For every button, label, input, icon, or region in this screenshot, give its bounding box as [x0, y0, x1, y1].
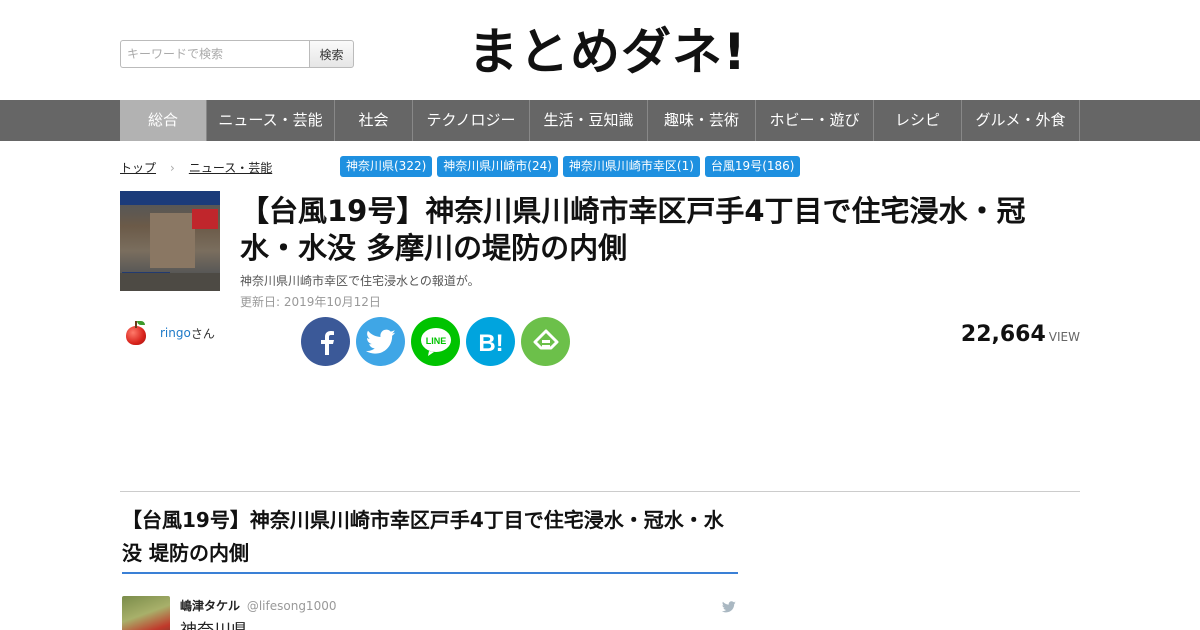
svg-text:B!: B! [478, 330, 503, 355]
section-heading: 【台風19号】神奈川県川崎市幸区戸手4丁目で住宅浸水・冠水・水没 堤防の内側 [122, 504, 738, 574]
search-input[interactable] [120, 40, 309, 68]
facebook-icon [320, 330, 334, 355]
site-header: 検索 まとめダネ! [0, 0, 1200, 100]
twitter-share-button[interactable] [356, 317, 405, 366]
category-nav: 総合 ニュース・芸能 社会 テクノロジー 生活・豆知識 趣味・芸術 ホビー・遊び… [0, 100, 1200, 141]
breadcrumb-top-link[interactable]: トップ [120, 159, 156, 176]
apple-icon [126, 326, 146, 345]
tag-list: 神奈川県(322) 神奈川県川崎市(24) 神奈川県川崎市幸区(1) 台風19号… [340, 156, 801, 177]
article-thumbnail[interactable] [120, 191, 220, 291]
tweet-text: 神奈川県 [180, 616, 248, 630]
nav-item-lifestyle[interactable]: 生活・豆知識 [530, 100, 648, 141]
hatena-share-button[interactable]: B! [466, 317, 515, 366]
search-form: 検索 [120, 40, 354, 68]
article-title: 【台風19号】神奈川県川崎市幸区戸手4丁目で住宅浸水・冠水・水没 多摩川の堤防の… [240, 194, 1026, 265]
tag-kawasaki[interactable]: 神奈川県川崎市(24) [437, 156, 558, 177]
thumbnail-news-badge [192, 209, 218, 229]
breadcrumb: トップ › ニュース・芸能 [120, 159, 272, 176]
nav-item-gourmet[interactable]: グルメ・外食 [962, 100, 1080, 141]
tag-kanagawa[interactable]: 神奈川県(322) [340, 156, 433, 177]
thumbnail-house [150, 213, 195, 268]
twitter-bird-icon[interactable] [721, 598, 736, 617]
thumbnail-caption-band [120, 191, 220, 205]
line-share-button[interactable]: LINE [411, 317, 460, 366]
line-icon: LINE [420, 327, 451, 356]
nav-item-recipe[interactable]: レシピ [874, 100, 962, 141]
site-logo[interactable]: まとめダネ! [468, 22, 747, 82]
tweet-handle[interactable]: @lifesong1000 [247, 599, 337, 613]
share-buttons: LINE B! [301, 317, 570, 366]
feedly-icon [533, 329, 558, 349]
view-count-number: 22,664 [960, 322, 1046, 347]
hatena-bookmark-icon: B! [478, 330, 503, 355]
author-suffix: さん [190, 326, 215, 341]
nav-item-society[interactable]: 社会 [335, 100, 413, 141]
apple-leaf [137, 321, 145, 325]
tag-saiwai-ku[interactable]: 神奈川県川崎市幸区(1) [562, 156, 700, 177]
tweet-user: 嶋津タケル @lifesong1000 [180, 597, 336, 614]
chevron-right-icon: › [170, 160, 175, 175]
tweet-display-name[interactable]: 嶋津タケル [180, 599, 240, 613]
nav-item-hobby-art[interactable]: 趣味・芸術 [648, 100, 756, 141]
author-name-link[interactable]: ringo [160, 326, 191, 340]
tweet-avatar[interactable] [122, 596, 170, 630]
search-button[interactable]: 検索 [309, 40, 354, 68]
author-avatar[interactable] [120, 317, 152, 349]
author-info: ringo さん [120, 317, 215, 349]
nav-item-technology[interactable]: テクノロジー [413, 100, 530, 141]
svg-text:LINE: LINE [425, 336, 446, 346]
nav-item-general[interactable]: 総合 [120, 100, 207, 141]
article-description: 神奈川県川崎市幸区で住宅浸水との報道が。 [240, 274, 480, 288]
feedly-share-button[interactable] [521, 317, 570, 366]
facebook-share-button[interactable] [301, 317, 350, 366]
thumbnail-flood-water [120, 273, 220, 291]
nav-item-news-entertainment[interactable]: ニュース・芸能 [207, 100, 335, 141]
nav-item-hobby-play[interactable]: ホビー・遊び [756, 100, 874, 141]
breadcrumb-news-link[interactable]: ニュース・芸能 [189, 159, 272, 176]
tag-typhoon-19[interactable]: 台風19号(186) [704, 156, 801, 177]
twitter-icon [365, 329, 395, 354]
article-updated-date: 更新日: 2019年10月12日 [240, 295, 381, 309]
section-divider [120, 491, 1080, 492]
view-count: 22,664 VIEW [961, 322, 1080, 347]
view-count-unit: VIEW [1048, 330, 1080, 344]
